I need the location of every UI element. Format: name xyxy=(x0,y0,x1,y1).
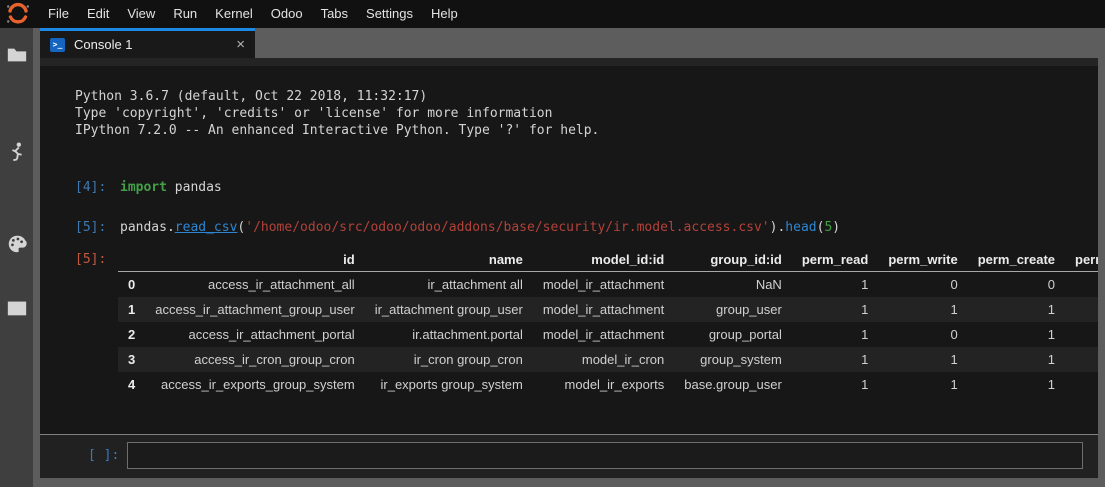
menu-bar: File Edit View Run Kernel Odoo Tabs Sett… xyxy=(0,0,1105,28)
table-cell: NaN xyxy=(674,272,792,298)
table-cell: ir_cron group_cron xyxy=(365,347,533,372)
console-toolbar xyxy=(40,58,1098,66)
code-line-5: pandas.read_csv('/home/odoo/src/odoo/odo… xyxy=(120,219,840,236)
menu-kernel[interactable]: Kernel xyxy=(206,0,262,28)
column-header: perm_create xyxy=(968,248,1065,272)
menu-settings[interactable]: Settings xyxy=(357,0,422,28)
table-row: 3access_ir_cron_group_cronir_cron group_… xyxy=(118,347,1098,372)
table-cell: access_ir_exports_group_system xyxy=(145,372,364,397)
jupyterlab-window: File Edit View Run Kernel Odoo Tabs Sett… xyxy=(0,0,1105,487)
console-code-input[interactable] xyxy=(127,442,1083,469)
table-row: 0access_ir_attachment_allir_attachment a… xyxy=(118,272,1098,298)
menu-view[interactable]: View xyxy=(118,0,164,28)
table-cell: 1 xyxy=(792,297,878,322)
table-cell: ir.attachment.portal xyxy=(365,322,533,347)
table-cell: 1 xyxy=(792,272,878,298)
row-index: 2 xyxy=(118,322,145,347)
table-row: 2access_ir_attachment_portalir.attachmen… xyxy=(118,322,1098,347)
column-header: id xyxy=(145,248,364,272)
column-header: perm_write xyxy=(878,248,967,272)
code-cell-5: [5]: pandas.read_csv('/home/odoo/src/odo… xyxy=(75,219,1098,236)
table-cell: access_ir_attachment_all xyxy=(145,272,364,298)
running-sessions-icon[interactable] xyxy=(6,141,28,163)
row-index: 3 xyxy=(118,347,145,372)
menu-run[interactable]: Run xyxy=(164,0,206,28)
table-cell: model_ir_attachment xyxy=(533,322,674,347)
input-prompt-5: [5]: xyxy=(75,219,120,236)
table-header-row: idnamemodel_id:idgroup_id:idperm_readper… xyxy=(118,248,1098,272)
code-cell-4: [4]: import pandas xyxy=(75,179,1098,196)
tab-close-icon[interactable]: × xyxy=(236,37,245,52)
table-cell: access_ir_attachment_portal xyxy=(145,322,364,347)
table-cell: base.group_user xyxy=(674,372,792,397)
menu-file[interactable]: File xyxy=(39,0,78,28)
table-cell: 0 xyxy=(878,322,967,347)
table-cell: 0 xyxy=(878,272,967,298)
menu-help[interactable]: Help xyxy=(422,0,467,28)
table-cell: 0 xyxy=(1065,322,1098,347)
table-cell: 1 xyxy=(792,372,878,397)
output-prompt-5: [5]: xyxy=(75,248,118,397)
console-input-area: [ ]: xyxy=(40,434,1098,478)
menu-odoo[interactable]: Odoo xyxy=(262,0,312,28)
table-cell: 1 xyxy=(878,372,967,397)
table-cell: 1 xyxy=(968,372,1065,397)
tab-console-1[interactable]: >_ Console 1 × xyxy=(40,28,255,58)
table-cell: 1 xyxy=(792,347,878,372)
table-cell: model_ir_attachment xyxy=(533,297,674,322)
console-icon: >_ xyxy=(50,38,65,52)
input-prompt-4: [4]: xyxy=(75,179,120,196)
table-cell: 1 xyxy=(1065,297,1098,322)
index-corner-cell xyxy=(118,248,145,272)
column-header: group_id:id xyxy=(674,248,792,272)
table-cell: 1 xyxy=(968,297,1065,322)
row-index: 0 xyxy=(118,272,145,298)
column-header: model_id:id xyxy=(533,248,674,272)
dock-panel: >_ Console 1 × Python 3.6.7 (default, Oc… xyxy=(33,28,1105,487)
open-tabs-icon[interactable] xyxy=(6,297,28,319)
table-cell: access_ir_cron_group_cron xyxy=(145,347,364,372)
table-cell: model_ir_cron xyxy=(533,347,674,372)
console-panel: Python 3.6.7 (default, Oct 22 2018, 11:3… xyxy=(40,58,1098,478)
table-cell: 1 xyxy=(1065,372,1098,397)
table-cell: 0 xyxy=(1065,272,1098,298)
tab-bar: >_ Console 1 × xyxy=(33,28,1105,58)
table-cell: model_ir_exports xyxy=(533,372,674,397)
table-cell: ir_attachment all xyxy=(365,272,533,298)
table-cell: 1 xyxy=(878,297,967,322)
table-row: 1access_ir_attachment_group_userir_attac… xyxy=(118,297,1098,322)
file-browser-icon[interactable] xyxy=(6,44,28,66)
menu-edit[interactable]: Edit xyxy=(78,0,118,28)
column-header: perm_read xyxy=(792,248,878,272)
console-history[interactable]: Python 3.6.7 (default, Oct 22 2018, 11:3… xyxy=(40,66,1098,434)
table-cell: ir_exports group_system xyxy=(365,372,533,397)
dataframe-table: idnamemodel_id:idgroup_id:idperm_readper… xyxy=(118,248,1098,397)
column-header: perm_unlink xyxy=(1065,248,1098,272)
table-cell: group_system xyxy=(674,347,792,372)
table-cell: 0 xyxy=(968,272,1065,298)
row-index: 1 xyxy=(118,297,145,322)
table-cell: 1 xyxy=(792,322,878,347)
table-cell: 1 xyxy=(968,347,1065,372)
table-cell: 1 xyxy=(878,347,967,372)
table-cell: model_ir_attachment xyxy=(533,272,674,298)
command-palette-icon[interactable] xyxy=(6,233,28,255)
column-header: name xyxy=(365,248,533,272)
left-activity-bar xyxy=(0,28,33,487)
menu-tabs[interactable]: Tabs xyxy=(312,0,357,28)
tab-label: Console 1 xyxy=(74,37,236,52)
output-cell-5: [5]: idnamemodel_id:idgroup_id:idperm_re… xyxy=(75,248,1098,397)
python-banner: Python 3.6.7 (default, Oct 22 2018, 11:3… xyxy=(75,88,1098,139)
odoo-logo-icon xyxy=(5,2,31,26)
table-cell: group_portal xyxy=(674,322,792,347)
row-index: 4 xyxy=(118,372,145,397)
table-row: 4access_ir_exports_group_systemir_export… xyxy=(118,372,1098,397)
table-cell: access_ir_attachment_group_user xyxy=(145,297,364,322)
input-prompt-empty: [ ]: xyxy=(88,442,127,469)
table-cell: 1 xyxy=(1065,347,1098,372)
code-line-4: import pandas xyxy=(120,179,222,196)
table-cell: group_user xyxy=(674,297,792,322)
table-cell: ir_attachment group_user xyxy=(365,297,533,322)
table-cell: 1 xyxy=(968,322,1065,347)
